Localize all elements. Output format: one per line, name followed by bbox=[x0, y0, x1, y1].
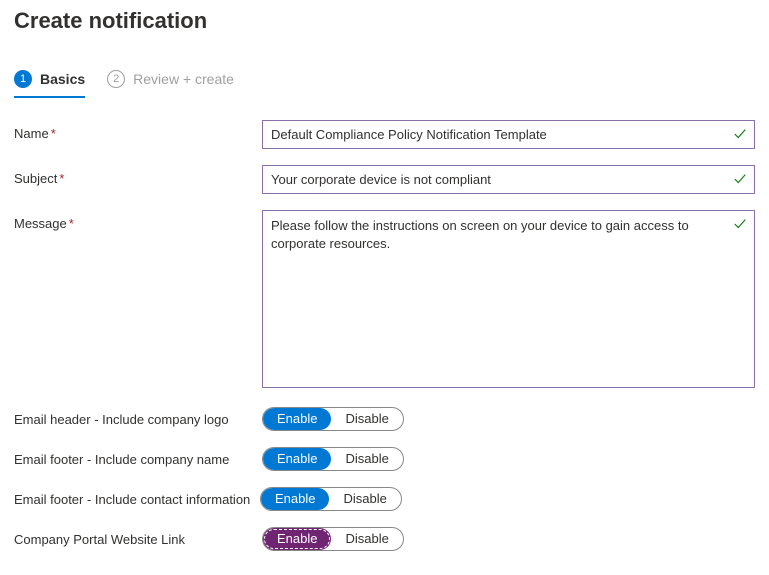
message-textarea[interactable] bbox=[262, 210, 755, 388]
footer-name-enable-button[interactable]: Enable bbox=[263, 448, 331, 470]
subject-label: Subject* bbox=[14, 165, 262, 186]
portal-link-toggle: Enable Disable bbox=[262, 527, 404, 551]
tab-review-label: Review + create bbox=[133, 71, 234, 87]
message-label-text: Message bbox=[14, 216, 67, 231]
tab-review-number: 2 bbox=[107, 70, 125, 88]
name-input[interactable] bbox=[262, 120, 755, 149]
header-logo-enable-button[interactable]: Enable bbox=[263, 408, 331, 430]
required-asterisk: * bbox=[69, 216, 74, 231]
portal-link-disable-button[interactable]: Disable bbox=[331, 528, 402, 550]
tab-basics-label: Basics bbox=[40, 71, 85, 87]
footer-name-toggle: Enable Disable bbox=[262, 447, 404, 471]
footer-contact-label: Email footer - Include contact informati… bbox=[14, 492, 260, 507]
required-asterisk: * bbox=[51, 126, 56, 141]
required-asterisk: * bbox=[59, 171, 64, 186]
wizard-tabs: 1 Basics 2 Review + create bbox=[14, 70, 755, 98]
header-logo-disable-button[interactable]: Disable bbox=[331, 408, 402, 430]
header-logo-toggle: Enable Disable bbox=[262, 407, 404, 431]
portal-link-enable-button[interactable]: Enable bbox=[263, 528, 331, 550]
footer-name-label: Email footer - Include company name bbox=[14, 452, 262, 467]
name-label-text: Name bbox=[14, 126, 49, 141]
tab-review-create[interactable]: 2 Review + create bbox=[107, 70, 234, 98]
page-title: Create notification bbox=[14, 8, 755, 34]
tab-basics-number: 1 bbox=[14, 70, 32, 88]
tab-basics[interactable]: 1 Basics bbox=[14, 70, 85, 98]
subject-input[interactable] bbox=[262, 165, 755, 194]
footer-contact-toggle: Enable Disable bbox=[260, 487, 402, 511]
subject-label-text: Subject bbox=[14, 171, 57, 186]
footer-name-disable-button[interactable]: Disable bbox=[331, 448, 402, 470]
message-label: Message* bbox=[14, 210, 262, 231]
footer-contact-disable-button[interactable]: Disable bbox=[329, 488, 400, 510]
header-logo-label: Email header - Include company logo bbox=[14, 412, 262, 427]
portal-link-label: Company Portal Website Link bbox=[14, 532, 262, 547]
footer-contact-enable-button[interactable]: Enable bbox=[261, 488, 329, 510]
name-label: Name* bbox=[14, 120, 262, 141]
